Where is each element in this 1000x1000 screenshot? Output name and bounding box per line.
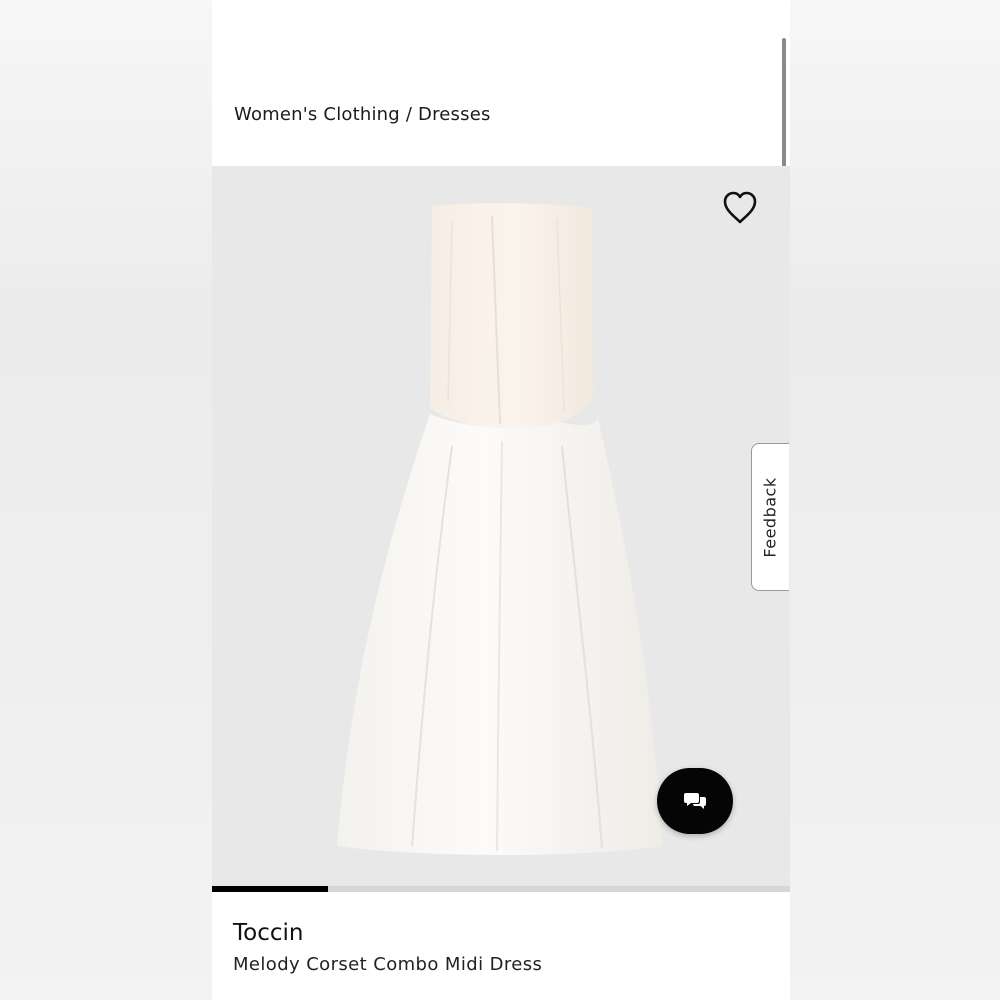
background-right: [790, 0, 1000, 1000]
background-left: [0, 0, 212, 1000]
product-page: Women's Clothing / Dresses Feedback Tocc…: [212, 0, 790, 1000]
feedback-tab[interactable]: Feedback: [751, 443, 789, 591]
wishlist-heart-icon[interactable]: [720, 188, 760, 228]
carousel-progress-fill: [212, 886, 328, 892]
feedback-label: Feedback: [761, 476, 781, 558]
chat-button[interactable]: [657, 768, 733, 834]
product-image: [337, 203, 662, 855]
breadcrumb[interactable]: Women's Clothing / Dresses: [234, 104, 491, 125]
chat-bubbles-icon: [684, 793, 706, 809]
product-brand[interactable]: Toccin: [233, 920, 303, 946]
product-name: Melody Corset Combo Midi Dress: [233, 954, 543, 975]
carousel-progress-track: [212, 886, 790, 892]
